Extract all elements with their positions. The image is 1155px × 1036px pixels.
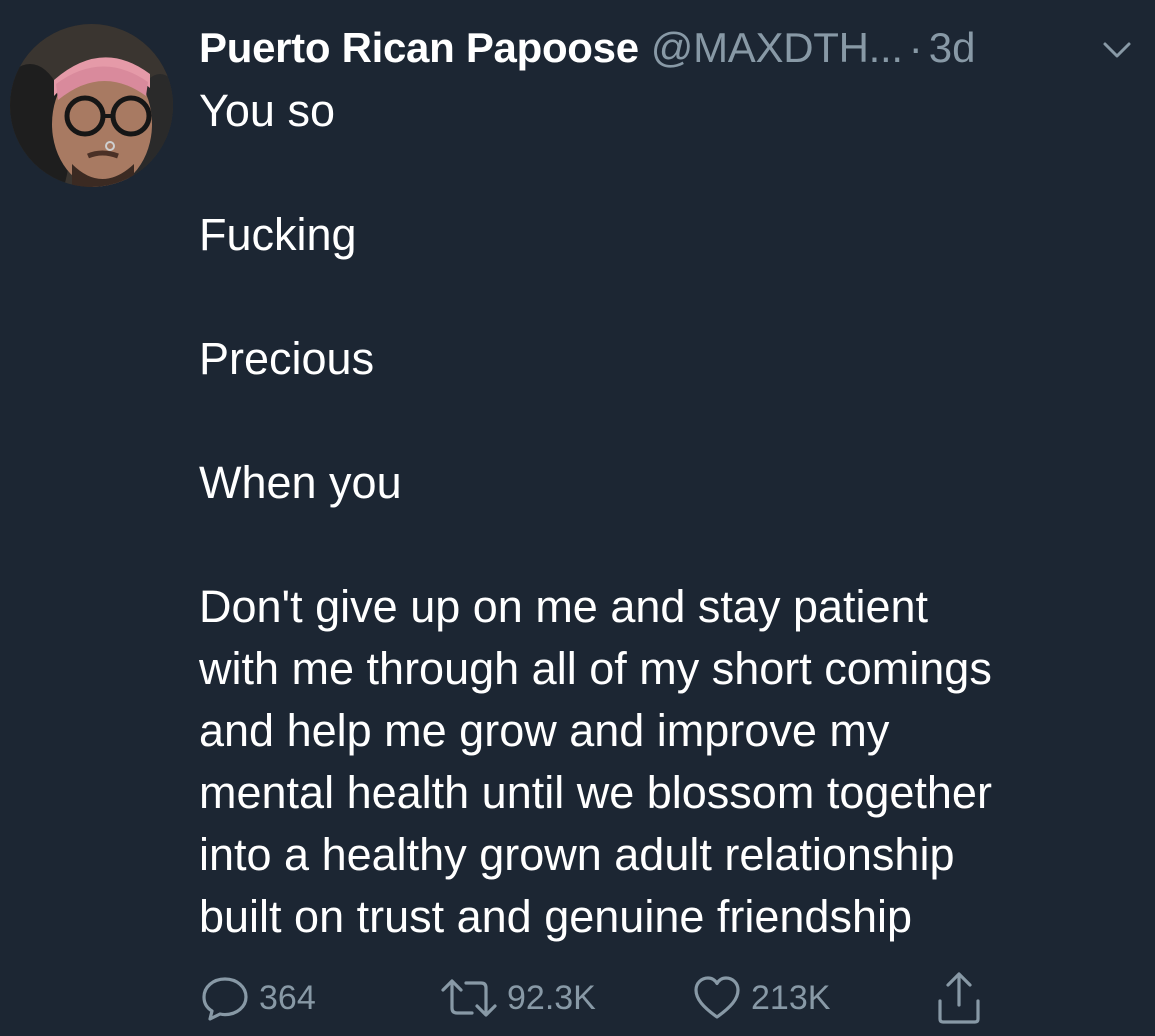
tweet-line: When you bbox=[199, 457, 402, 508]
separator-dot: · bbox=[908, 24, 923, 71]
tweet-line: Don't give up on me and stay patient bbox=[199, 581, 929, 632]
heart-icon bbox=[694, 976, 740, 1019]
tweet-actions: 364 92.3K 213K bbox=[199, 968, 999, 1028]
retweet-button[interactable]: 92.3K bbox=[439, 968, 596, 1028]
like-count: 213K bbox=[751, 978, 831, 1017]
reply-icon bbox=[202, 977, 248, 1021]
tweet-line: Fucking bbox=[199, 209, 357, 260]
tweet-line: into a healthy grown adult relationship bbox=[199, 829, 955, 880]
user-handle[interactable]: @MAXDTH... bbox=[651, 22, 903, 74]
tweet-line: with me through all of my short comings bbox=[199, 643, 992, 694]
tweet-line: and help me grow and improve my bbox=[199, 705, 890, 756]
display-name[interactable]: Puerto Rican Papoose bbox=[199, 22, 639, 74]
avatar[interactable] bbox=[10, 24, 173, 187]
tweet-text: You so Fucking Precious When you Don't g… bbox=[199, 80, 1139, 948]
avatar-image bbox=[10, 24, 173, 187]
tweet-header: Puerto Rican Papoose @MAXDTH... · 3d bbox=[199, 22, 975, 74]
tweet-line: mental health until we blossom together bbox=[199, 767, 992, 818]
tweet: Puerto Rican Papoose @MAXDTH... · 3d You… bbox=[0, 0, 1155, 1036]
tweet-line: built on trust and genuine friendship bbox=[199, 891, 912, 942]
share-icon bbox=[938, 972, 980, 1024]
reply-count: 364 bbox=[259, 978, 316, 1017]
reply-button[interactable]: 364 bbox=[199, 968, 316, 1028]
like-button[interactable]: 213K bbox=[691, 968, 830, 1028]
tweet-line: You so bbox=[199, 85, 335, 136]
retweet-count: 92.3K bbox=[507, 978, 596, 1017]
chevron-down-icon[interactable] bbox=[1097, 30, 1137, 70]
tweet-line: Precious bbox=[199, 333, 375, 384]
timestamp[interactable]: 3d bbox=[929, 22, 976, 74]
share-button[interactable] bbox=[936, 968, 982, 1028]
retweet-icon bbox=[441, 979, 497, 1017]
